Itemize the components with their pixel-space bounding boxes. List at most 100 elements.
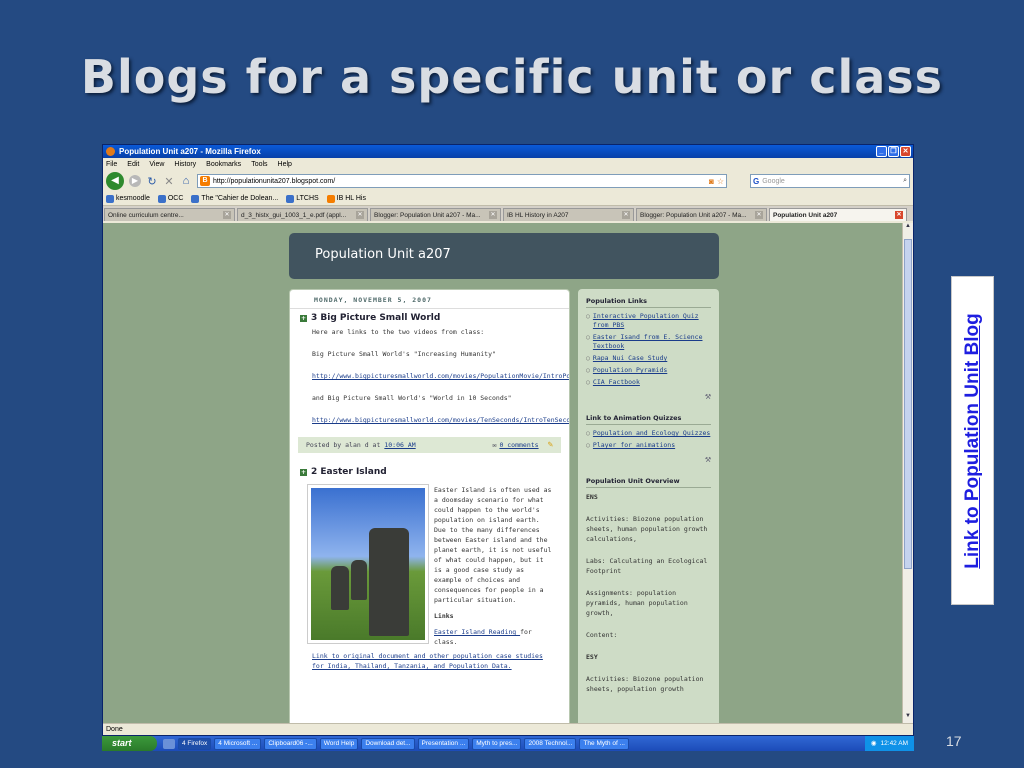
tab-population-unit[interactable]: Population Unit a207 ✕ bbox=[769, 208, 907, 221]
page-content: Population Unit a207 MONDAY, NOVEMBER 5,… bbox=[103, 223, 904, 723]
sidebar-heading: Population Unit Overview bbox=[586, 477, 711, 488]
maximize-button[interactable]: ❐ bbox=[888, 146, 899, 157]
bookmark-ib-hl[interactable]: IB HL His bbox=[326, 194, 366, 203]
scroll-down-icon[interactable]: ▼ bbox=[903, 713, 913, 723]
case-studies-link[interactable]: Link to original document and other popu… bbox=[312, 652, 543, 670]
tab-close-icon[interactable]: ✕ bbox=[356, 211, 364, 219]
tray-icon[interactable]: ◉ bbox=[871, 736, 877, 751]
side-link-text: Link to Population Unit Blog bbox=[961, 312, 983, 569]
date-header: MONDAY, NOVEMBER 5, 2007 bbox=[290, 290, 569, 309]
taskbar-item[interactable]: Clipboard06 -... bbox=[264, 737, 317, 750]
rss-icon[interactable]: ◙ bbox=[709, 177, 714, 186]
taskbar-item[interactable]: Presentation ... bbox=[417, 737, 470, 750]
overview-text: Activities: Biozone population sheets, p… bbox=[586, 675, 704, 693]
sidebar-link[interactable]: Population Pyramids bbox=[593, 366, 667, 375]
easter-island-photo[interactable] bbox=[308, 485, 428, 643]
tab-close-icon[interactable]: ✕ bbox=[622, 211, 630, 219]
tab-blogger-1[interactable]: Blogger: Population Unit a207 - Ma... ✕ bbox=[370, 208, 501, 221]
close-button[interactable]: ✕ bbox=[900, 146, 911, 157]
taskbar-item[interactable]: The Myth of ... bbox=[579, 737, 629, 750]
tab-close-icon[interactable]: ✕ bbox=[489, 211, 497, 219]
overview-text: Labs: Calculating an Ecological Footprin… bbox=[586, 557, 708, 575]
video-link[interactable]: http://www.bigpicturesmallworld.com/movi… bbox=[312, 372, 569, 380]
video-link[interactable]: http://www.bigpicturesmallworld.com/movi… bbox=[312, 416, 569, 424]
search-input[interactable]: G Google ⌕ bbox=[750, 174, 910, 188]
scroll-up-icon[interactable]: ▲ bbox=[903, 223, 913, 233]
bookmark-star-icon[interactable]: ☆ bbox=[717, 177, 724, 186]
url-text: http://populationunita207.blogspot.com/ bbox=[213, 177, 336, 185]
bookmark-occ[interactable]: OCC bbox=[157, 194, 183, 203]
page-icon bbox=[191, 194, 200, 203]
wrench-icon[interactable]: ⚒ bbox=[586, 454, 711, 465]
blog-header: Population Unit a207 bbox=[289, 233, 719, 279]
moai-statue bbox=[331, 566, 349, 610]
bookmark-icon bbox=[106, 194, 114, 203]
tab-close-icon[interactable]: ✕ bbox=[755, 211, 763, 219]
taskbar-item[interactable]: 2008 Technol... bbox=[524, 737, 577, 750]
bookmark-cahier[interactable]: The "Cahier de Dolean... bbox=[191, 194, 278, 203]
start-button[interactable]: start bbox=[102, 736, 157, 751]
tab-label: d_3_histx_gui_1003_1_e.pdf (appl... bbox=[241, 211, 347, 219]
population-blog-link[interactable]: Link to Population Unit Blog bbox=[951, 276, 994, 605]
tab-blogger-2[interactable]: Blogger: Population Unit a207 - Ma... ✕ bbox=[636, 208, 767, 221]
search-icon[interactable]: ⌕ bbox=[903, 177, 909, 185]
sidebar-link[interactable]: Easter Isand from E. Science Textbook bbox=[593, 333, 711, 351]
blog-title[interactable]: Population Unit a207 bbox=[315, 247, 451, 262]
post-time-link[interactable]: 10:06 AM bbox=[384, 441, 415, 449]
list-item: ○ Easter Isand from E. Science Textbook bbox=[586, 333, 711, 351]
scrollbar-thumb[interactable] bbox=[904, 239, 912, 569]
sidebar-link[interactable]: CIA Factbook bbox=[593, 378, 640, 387]
pencil-icon[interactable]: ✎ bbox=[548, 440, 553, 450]
back-arrow-icon[interactable]: ◀ bbox=[106, 172, 124, 190]
list-item: ○ Population Pyramids bbox=[586, 366, 668, 375]
url-input[interactable]: B http://populationunita207.blogspot.com… bbox=[197, 174, 727, 188]
menu-edit[interactable]: Edit bbox=[127, 161, 139, 168]
menu-tools[interactable]: Tools bbox=[251, 161, 267, 168]
list-item: ○ Interactive Population Quiz from PBS bbox=[586, 312, 711, 330]
taskbar-item[interactable]: Myth to pres... bbox=[472, 737, 522, 750]
sidebar-link[interactable]: Rapa Nui Case Study bbox=[593, 354, 667, 363]
posted-by: Posted by alan d at bbox=[306, 441, 381, 449]
easter-reading-link[interactable]: Easter Island Reading bbox=[434, 628, 520, 636]
post-title[interactable]: + 2 Easter Island bbox=[290, 463, 569, 481]
taskbar-item[interactable]: Download det... bbox=[361, 737, 415, 750]
blogger-favicon-icon: B bbox=[200, 176, 210, 186]
sidebar-link[interactable]: Interactive Population Quiz from PBS bbox=[593, 312, 711, 330]
menu-bookmarks[interactable]: Bookmarks bbox=[206, 161, 241, 168]
sidebar-link[interactable]: Player for animations bbox=[593, 441, 675, 450]
home-icon[interactable]: ⌂ bbox=[180, 175, 192, 187]
stop-icon[interactable]: ✕ bbox=[163, 175, 175, 188]
tab-label: Online curriculum centre... bbox=[108, 211, 184, 219]
taskbar-item[interactable]: 4 Microsoft ... bbox=[214, 737, 262, 750]
menu-help[interactable]: Help bbox=[278, 161, 292, 168]
comments-link[interactable]: 0 comments bbox=[499, 441, 538, 449]
vertical-scrollbar[interactable]: ▲ ▼ bbox=[902, 223, 913, 723]
reload-icon[interactable]: ↻ bbox=[146, 175, 158, 188]
tab-pdf[interactable]: d_3_histx_gui_1003_1_e.pdf (appl... ✕ bbox=[237, 208, 368, 221]
list-item: ○ Population and Ecology Quizzes bbox=[586, 429, 711, 438]
bookmark-kesmoodle[interactable]: kesmoodle bbox=[106, 194, 150, 203]
taskbar-item[interactable]: 4 Firefox bbox=[178, 737, 212, 750]
tab-ib-hl-history[interactable]: IB HL History in A207 ✕ bbox=[503, 208, 634, 221]
tab-online-curriculum[interactable]: Online curriculum centre... ✕ bbox=[104, 208, 235, 221]
sidebar-link[interactable]: Population and Ecology Quizzes bbox=[593, 429, 710, 438]
quick-launch-icon[interactable] bbox=[163, 738, 175, 749]
tab-close-icon[interactable]: ✕ bbox=[895, 211, 903, 219]
post-title[interactable]: + 3 Big Picture Small World bbox=[290, 309, 569, 327]
bookmark-label: LTCHS bbox=[296, 195, 319, 202]
tab-close-icon[interactable]: ✕ bbox=[223, 211, 231, 219]
taskbar: start 4 Firefox 4 Microsoft ... Clipboar… bbox=[102, 736, 914, 751]
menu-file[interactable]: File bbox=[106, 161, 117, 168]
window-titlebar[interactable]: Population Unit a207 - Mozilla Firefox _… bbox=[103, 145, 913, 158]
taskbar-item[interactable]: Word Help bbox=[319, 737, 359, 750]
minimize-button[interactable]: _ bbox=[876, 146, 887, 157]
overview-text: Content: bbox=[586, 631, 618, 639]
bookmark-ltchs[interactable]: LTCHS bbox=[286, 194, 319, 203]
menu-bar: File Edit View History Bookmarks Tools H… bbox=[103, 158, 913, 170]
forward-arrow-icon[interactable]: ▶ bbox=[129, 175, 141, 187]
menu-history[interactable]: History bbox=[174, 161, 196, 168]
overview-text: Activities: Biozone population sheets, h… bbox=[586, 515, 708, 543]
wrench-icon[interactable]: ⚒ bbox=[586, 391, 711, 402]
menu-view[interactable]: View bbox=[149, 161, 164, 168]
animation-links-list: ○ Population and Ecology Quizzes ○ Player … bbox=[586, 429, 711, 450]
